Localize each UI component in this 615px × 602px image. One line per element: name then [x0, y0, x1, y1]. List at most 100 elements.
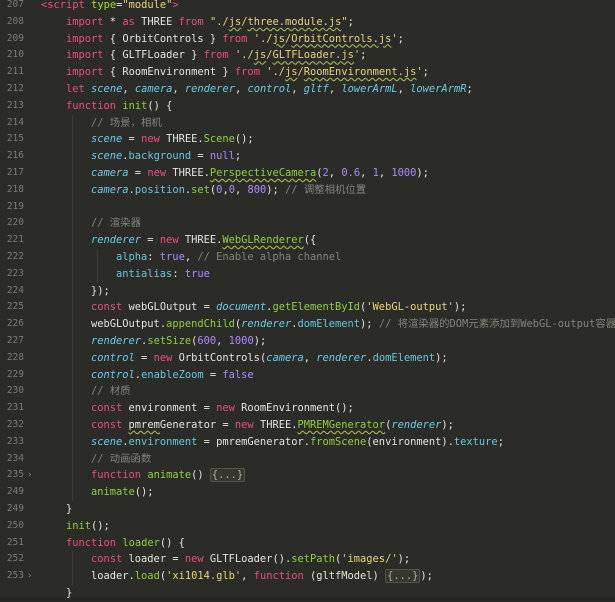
code-line[interactable]: 224});: [0, 282, 615, 300]
code-text[interactable]: const webGLOutput = document.getElementB…: [91, 299, 466, 316]
code-line[interactable]: 215 scene = new THREE.Scene();: [0, 131, 615, 149]
code-line[interactable]: 212 let scene, camera, renderer, control,…: [0, 81, 615, 98]
fold-chevron-icon[interactable]: ›: [27, 568, 35, 585]
code-line[interactable]: 230 // 材质: [0, 383, 615, 401]
code-line[interactable]: 222 alpha: true, // Enable alpha channel: [0, 249, 615, 266]
indent-guide: [72, 282, 73, 300]
code-text[interactable]: });: [91, 283, 110, 300]
code-line[interactable]: 253 › loader.load('xi1014.glb', function (…: [0, 568, 615, 585]
code-line[interactable]: 216 scene.background = null;: [0, 148, 615, 165]
indent-guide: [72, 333, 73, 350]
line-number: 217: [6, 167, 24, 178]
line-number: 225: [6, 301, 24, 313]
code-line[interactable]: 213 function init() {: [0, 98, 615, 115]
code-line[interactable]: 234 // 动画函数: [0, 450, 615, 468]
code-text[interactable]: renderer = new THREE.WebGLRenderer({: [91, 232, 316, 249]
code-line[interactable]: 252 const loader = new GLTFLoader().setPa…: [0, 551, 615, 569]
code-text[interactable]: const pmremGenerator = new THREE.PMREMGe…: [91, 417, 454, 434]
code-line[interactable]: 250 init();: [0, 518, 615, 535]
indent-guide: [72, 551, 73, 569]
code-text[interactable]: scene = new THREE.Scene();: [91, 131, 254, 148]
line-number: 251: [6, 536, 24, 548]
line-number: 208: [6, 15, 24, 27]
code-text[interactable]: import * as THREE from "./js/three.modul…: [66, 14, 354, 31]
code-text[interactable]: function animate() {...}: [91, 467, 246, 484]
code-text[interactable]: init();: [66, 518, 110, 535]
fold-chevron-icon[interactable]: ›: [27, 467, 35, 484]
code-text[interactable]: // 场景，相机: [91, 115, 162, 132]
code-line[interactable]: 251 function loader() {: [0, 535, 615, 552]
code-text[interactable]: import { RoomEnvironment } from './js/Ro…: [66, 64, 429, 81]
indent-guide: [72, 450, 73, 468]
indent-guide: [72, 383, 73, 401]
code-line[interactable]: 208 import * as THREE from "./js/three.mo…: [0, 14, 615, 31]
code-line[interactable]: 220 // 渲染器: [0, 215, 615, 233]
code-line[interactable]: 211 import { RoomEnvironment } from './js…: [0, 64, 615, 81]
indent-guide: [72, 349, 73, 367]
code-line[interactable]: 214 // 场景，相机: [0, 114, 615, 132]
code-line[interactable]: 209 import { OrbitControls } from './js/O…: [0, 31, 615, 48]
code-line[interactable]: 217 camera = new THREE.PerspectiveCamera(…: [0, 165, 615, 182]
code-text[interactable]: scene.environment = pmremGenerator.fromS…: [91, 434, 504, 451]
code-line[interactable]: 232 const pmremGenerator = new THREE.PMRE…: [0, 417, 615, 434]
code-line[interactable]: 228 control = new OrbitControls(camera, r…: [0, 349, 615, 367]
code-text[interactable]: // 动画函数: [91, 451, 151, 468]
indent-guide: [72, 568, 73, 585]
indent-guide: [72, 299, 73, 317]
code-text[interactable]: const loader = new GLTFLoader().setPath(…: [91, 551, 410, 568]
code-text[interactable]: animate();: [91, 484, 154, 501]
line-number: 219: [6, 200, 24, 212]
line-number: 210: [6, 49, 24, 61]
line-number: 218: [6, 183, 24, 195]
line-number: 235: [6, 469, 24, 481]
code-text[interactable]: camera = new THREE.PerspectiveCamera(2, …: [91, 165, 429, 182]
indent-guide: [72, 148, 73, 165]
code-text[interactable]: camera.position.set(0,0, 800); // 调整相机位置: [91, 182, 366, 199]
indent-guide: [72, 232, 73, 249]
code-line[interactable]: 221 renderer = new THREE.WebGLRenderer({: [0, 232, 615, 249]
code-text[interactable]: let scene, camera, renderer, control, gl…: [66, 81, 473, 98]
code-line[interactable]: 223 antialias: true: [0, 265, 615, 283]
code-text[interactable]: control = new OrbitControls(camera, rend…: [91, 350, 448, 367]
indent-guide: [72, 433, 73, 451]
code-text[interactable]: antialias: true: [116, 266, 210, 283]
code-text[interactable]: alpha: true, // Enable alpha channel: [116, 249, 341, 266]
code-line[interactable]: 249}: [0, 501, 615, 518]
line-number: 230: [6, 385, 24, 397]
code-line[interactable]: 233 scene.environment = pmremGenerator.fr…: [0, 433, 615, 451]
code-line[interactable]: 229 control.enableZoom = false: [0, 366, 615, 384]
code-text[interactable]: const environment = new RoomEnvironment(…: [91, 400, 354, 417]
line-number: 215: [6, 133, 24, 145]
code-line[interactable]: 219: [0, 198, 615, 216]
code-line[interactable]: 227 renderer.setSize(600, 1000);: [0, 333, 615, 350]
code-text[interactable]: <script type="module">: [41, 0, 179, 14]
code-text[interactable]: scene.background = null;: [91, 148, 241, 165]
code-line[interactable]: 235 › function animate() {...}: [0, 467, 615, 485]
code-line[interactable]: 218 camera.position.set(0,0, 800); // 调整相…: [0, 181, 615, 199]
code-text[interactable]: function init() {: [66, 98, 172, 115]
code-text[interactable]: control.enableZoom = false: [91, 367, 254, 384]
code-text[interactable]: }: [66, 501, 72, 518]
code-line[interactable]: 207 <script type="module">: [0, 0, 615, 14]
line-number: 252: [6, 553, 24, 565]
code-line[interactable]: 226 webGLOutput.appendChild(renderer.domE…: [0, 316, 615, 333]
code-line[interactable]: }: [0, 585, 615, 602]
code-text[interactable]: loader.load('xi1014.glb', function (gltf…: [91, 568, 433, 585]
code-text[interactable]: webGLOutput.appendChild(renderer.domElem…: [91, 316, 615, 333]
code-text[interactable]: }: [66, 585, 72, 602]
line-number: 253: [6, 570, 24, 582]
code-line[interactable]: 249 animate();: [0, 484, 615, 501]
code-line[interactable]: 231 const environment = new RoomEnvironme…: [0, 400, 615, 417]
code-text[interactable]: // 渲染器: [91, 215, 141, 232]
code-line[interactable]: 225 const webGLOutput = document.getEleme…: [0, 299, 615, 317]
indent-guide: [72, 484, 73, 501]
code-text[interactable]: // 材质: [91, 383, 131, 400]
line-number: 227: [6, 335, 24, 346]
code-text[interactable]: function loader() {: [66, 535, 185, 552]
code-line[interactable]: 210 import { GLTFLoader } from './js/GLTF…: [0, 47, 615, 64]
code-text[interactable]: import { GLTFLoader } from './js/GLTFLoa…: [66, 47, 366, 64]
code-text[interactable]: renderer.setSize(600, 1000);: [91, 333, 266, 350]
line-number: 232: [6, 419, 24, 430]
code-text[interactable]: import { OrbitControls } from './js/Orbi…: [66, 31, 404, 48]
code-editor[interactable]: 207 <script type="module"> 208 import * as …: [0, 0, 615, 599]
